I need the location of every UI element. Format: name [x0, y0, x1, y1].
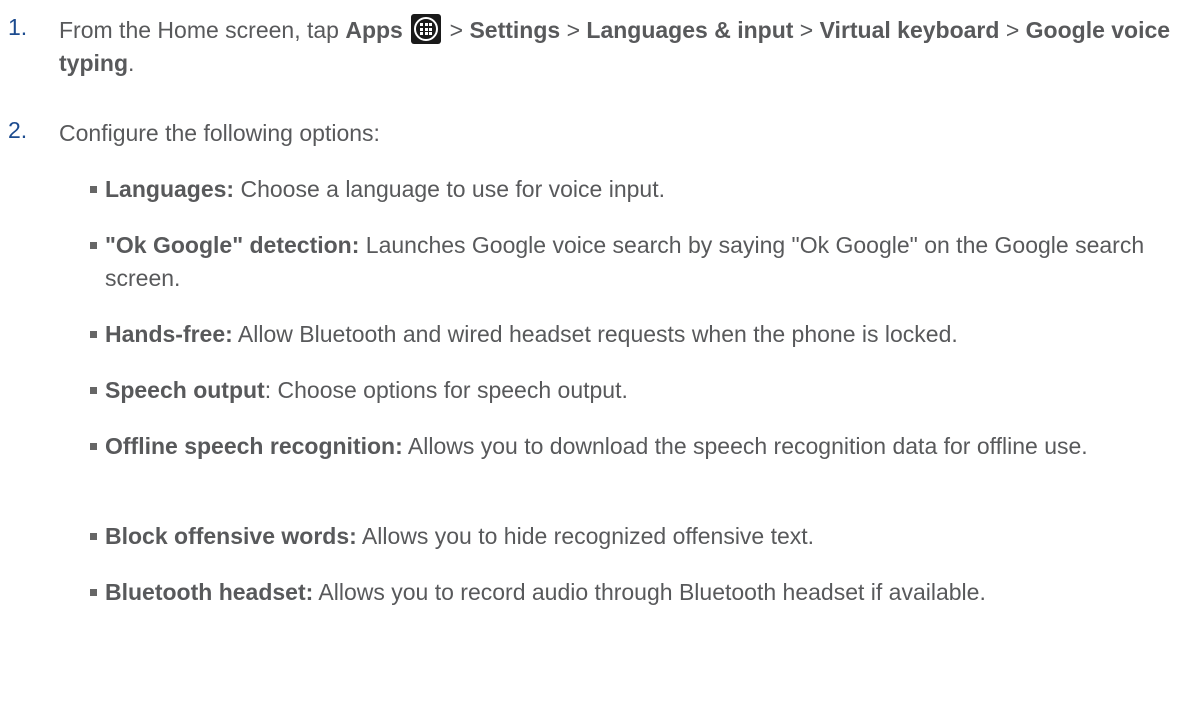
bullet-icon — [90, 533, 97, 540]
option-term: Bluetooth headset: — [105, 579, 314, 605]
option-bluetooth-headset: Bluetooth headset: Allows you to record … — [90, 576, 1195, 609]
option-desc: Allows you to hide recognized offensive … — [356, 523, 815, 549]
option-desc: Allow Bluetooth and wired headset reques… — [232, 321, 958, 347]
option-term: Offline speech recognition: — [105, 433, 403, 459]
apps-label: Apps — [345, 17, 403, 43]
option-block-offensive-words: Block offensive words: Allows you to hid… — [90, 520, 1195, 553]
bullet-icon — [90, 242, 97, 249]
option-speech-output: Speech output: Choose options for speech… — [90, 374, 1195, 407]
option-term: Hands-free: — [105, 321, 233, 347]
option-term: "Ok Google" detection: — [105, 232, 360, 258]
step-text: From the Home screen, tap Apps > Setting… — [59, 14, 1189, 80]
languages-input-label: Languages & input — [586, 17, 794, 43]
option-ok-google-detection: "Ok Google" detection: Launches Google v… — [90, 229, 1195, 295]
settings-label: Settings — [469, 17, 561, 43]
option-desc: Allows you to record audio through Bluet… — [313, 579, 986, 605]
step-number: 2. — [8, 117, 28, 143]
virtual-keyboard-label: Virtual keyboard — [819, 17, 1000, 43]
bullet-icon — [90, 589, 97, 596]
apps-grid-icon — [411, 14, 442, 44]
option-desc: Allows you to download the speech recogn… — [402, 433, 1088, 459]
option-desc: Choose a language to use for voice input… — [234, 176, 665, 202]
option-term: Speech output — [105, 377, 265, 403]
step-number: 1. — [8, 14, 28, 40]
option-term: Languages: — [105, 176, 235, 202]
bullet-icon — [90, 443, 97, 450]
option-desc: : Choose options for speech output. — [264, 377, 628, 403]
step-text: Configure the following options: — [59, 120, 380, 146]
bullet-icon — [90, 331, 97, 338]
bullet-icon — [90, 186, 97, 193]
option-offline-speech-recognition: Offline speech recognition: Allows you t… — [90, 430, 1195, 463]
option-term: Block offensive words: — [105, 523, 357, 549]
bullet-icon — [90, 387, 97, 394]
option-hands-free: Hands-free: Allow Bluetooth and wired he… — [90, 318, 1195, 351]
option-languages: Languages: Choose a language to use for … — [90, 173, 1195, 206]
